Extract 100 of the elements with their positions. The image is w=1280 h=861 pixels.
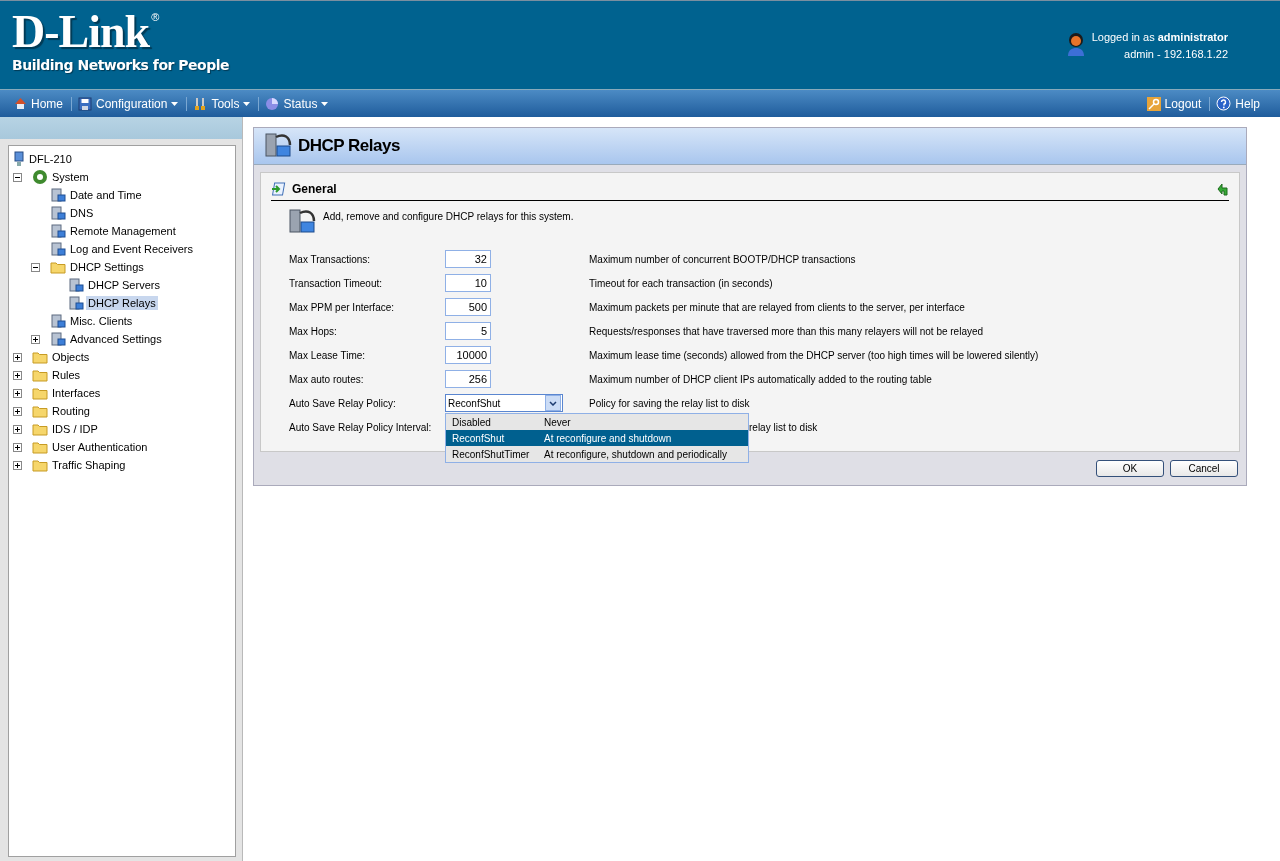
tree-item[interactable]: Remote Management [68,224,178,238]
expand-toggle-icon[interactable] [13,442,22,452]
number-field[interactable]: 10 [445,274,491,292]
tree-item[interactable]: User Authentication [50,440,150,454]
section-title: General [292,182,337,196]
tree-item[interactable]: IDS / IDP [50,422,100,436]
number-field[interactable]: 32 [445,250,491,268]
tree-item[interactable]: DHCP Settings [68,260,146,274]
folder-icon [32,440,48,454]
collapse-toggle-icon[interactable] [31,262,40,272]
login-status: Logged in as administrator [1091,31,1228,43]
gear-icon [32,169,48,185]
settings-page-icon [50,223,66,239]
caret-icon [171,101,179,106]
arrow-page-icon [271,181,287,197]
help-icon [1216,96,1232,111]
menu-item[interactable]: Home [12,96,72,111]
cancel-button[interactable]: Cancel [1170,460,1238,477]
expand-toggle-icon[interactable] [13,388,22,398]
settings-page-icon [50,205,66,221]
field-description: Maximum number of concurrent BOOTP/DHCP transactions [589,253,857,265]
registered-mark: ® [151,11,160,23]
field-description: Timeout for each transaction (in seconds) [589,277,774,289]
policy-dropdown[interactable]: ReconfShut [445,394,563,412]
field-label: Max Lease Time: [289,349,367,361]
field-label: Max Hops: [289,325,338,337]
key-icon [1146,96,1161,111]
field-description: Requests/responses that have traversed more than this many relayers will not be relayed [589,325,985,337]
dropdown-option[interactable]: ReconfShut At reconfigure and shutdown [446,430,748,446]
tree-item[interactable]: Advanced Settings [68,332,164,346]
caret-icon [243,101,251,106]
tree-item[interactable]: Date and Time [68,188,144,202]
folder-icon [32,404,48,418]
option-meaning: At reconfigure, shutdown and periodically [544,448,728,460]
tree-item[interactable]: Routing [50,404,92,418]
tree-item[interactable]: Rules [50,368,83,382]
field-description: relay list to disk [749,421,819,433]
option-value: ReconfShut [452,432,506,444]
settings-page-icon [50,331,66,347]
page-title: DHCP Relays [298,136,400,156]
field-label: Max auto routes: [289,373,365,385]
tree-item[interactable]: DHCP Relays [86,296,158,310]
field-label: Max PPM per Interface: [289,301,396,313]
number-field[interactable]: 10000 [445,346,491,364]
menu-item[interactable]: Tools [191,96,260,111]
number-field[interactable]: 256 [445,370,491,388]
field-description: Maximum lease time (seconds) allowed from the DHCP server (too high times will be lowered silently) [589,349,1040,361]
tree-item[interactable]: Objects [50,350,92,364]
settings-page-icon [50,313,66,329]
menu-item[interactable]: Configuration [76,96,188,111]
tree-item[interactable]: DFL-210 [27,152,74,166]
user-icon [1065,31,1086,57]
field-label: Max Transactions: [289,253,372,265]
tree-item[interactable]: Misc. Clients [68,314,135,328]
number-field[interactable]: 5 [445,322,491,340]
house-icon [14,97,27,110]
settings-page-icon [68,277,84,293]
expand-toggle-icon[interactable] [13,352,22,362]
expand-toggle-icon[interactable] [13,460,22,470]
collapse-toggle-icon[interactable] [13,172,22,182]
settings-page-icon [68,295,84,311]
field-description: Maximum packets per minute that are relayed from clients to the server, per interface [589,301,966,313]
tree-item[interactable]: Traffic Shaping [50,458,128,472]
chevron-down-icon [549,400,557,406]
folder-icon [50,260,66,274]
ok-button[interactable]: OK [1096,460,1164,477]
number-field[interactable]: 500 [445,298,491,316]
pie-chart-icon [265,96,280,111]
folder-icon [32,386,48,400]
tree-item[interactable]: DHCP Servers [86,278,162,292]
option-value: Disabled [452,416,492,428]
menu-item[interactable]: Status [263,96,337,111]
settings-page-icon [50,187,66,203]
menu-item[interactable]: Logout [1144,96,1211,111]
menu-item[interactable]: Help [1214,96,1268,111]
option-meaning: Never [544,416,572,428]
intro-text: Add, remove and configure DHCP relays for this system. [323,210,574,224]
tree-item[interactable]: Log and Event Receivers [68,242,195,256]
settings-page-icon [50,241,66,257]
logo: D-Link [12,11,150,53]
tools-icon [193,96,208,111]
folder-icon [32,368,48,382]
tree-item[interactable]: Interfaces [50,386,103,400]
expand-toggle-icon[interactable] [13,406,22,416]
field-description: Maximum number of DHCP client IPs automatically added to the routing table [589,373,933,385]
option-meaning: At reconfigure and shutdown [544,432,673,444]
back-arrow-icon[interactable] [1217,182,1229,196]
session-info: admin - 192.168.1.22 [1124,48,1228,60]
dropdown-option[interactable]: ReconfShutTimer At reconfigure, shutdown and periodically [446,446,748,462]
folder-icon [32,458,48,472]
dropdown-option[interactable]: Disabled Never [446,414,748,430]
tree-item[interactable]: System [50,170,91,184]
tree-item[interactable]: DNS [68,206,96,220]
expand-toggle-icon[interactable] [13,370,22,380]
computer-icon [13,151,25,167]
expand-toggle-icon[interactable] [13,424,22,434]
field-label: Transaction Timeout: [289,277,383,289]
expand-toggle-icon[interactable] [31,334,40,344]
field-description: Policy for saving the relay list to disk [589,397,751,409]
tagline: Building Networks for People [12,57,229,73]
